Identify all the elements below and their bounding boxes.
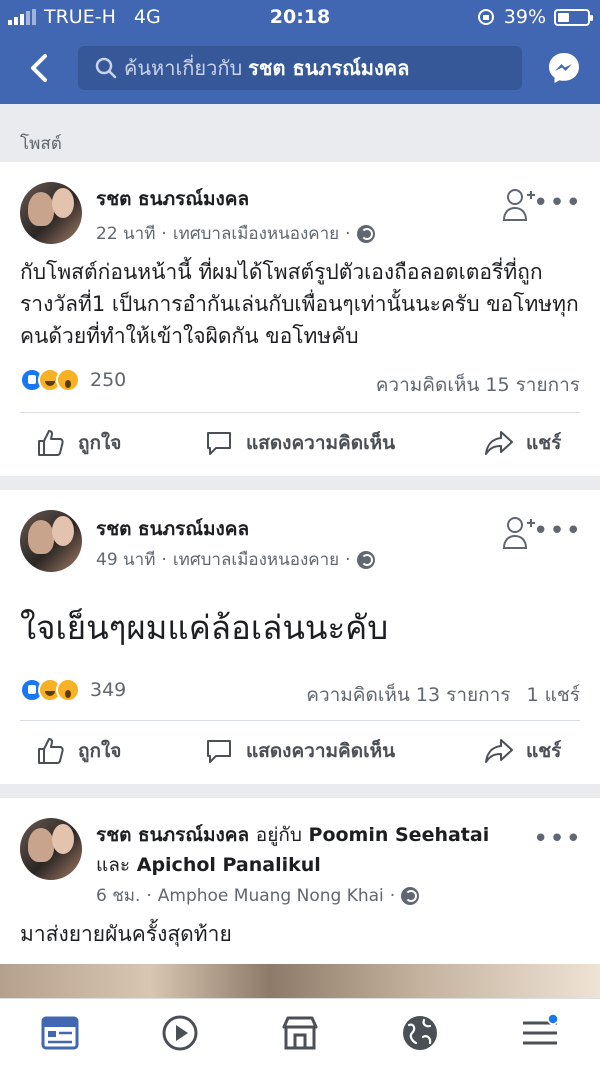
like-button[interactable]: ถูกใจ: [36, 736, 121, 766]
reactions-summary[interactable]: 349: [20, 678, 126, 702]
divider: [20, 720, 580, 721]
comments-count-text: ความคิดเห็น 13 รายการ: [306, 684, 511, 706]
share-arrow-icon: [485, 431, 513, 455]
meta-dot: ·: [345, 549, 351, 570]
search-input[interactable]: ค้นหาเกี่ยวกับ รชต ธนภรณ์มงคล: [78, 46, 522, 90]
divider: [20, 412, 580, 413]
meta-dot: ·: [161, 549, 167, 570]
meta-dot: ·: [146, 885, 152, 906]
globe-icon: [356, 550, 375, 569]
section-label-posts: โพสต์: [0, 104, 600, 162]
post-card: รชต ธนภรณ์มงคล 22 นาที · เทศบาลเมืองหนอง…: [0, 162, 600, 476]
post-card: รชต ธนภรณ์มงคล 49 นาที · เทศบาลเมืองหนอง…: [0, 490, 600, 784]
post-location[interactable]: เทศบาลเมืองหนองคาย: [173, 220, 339, 247]
reaction-count: 250: [90, 369, 127, 391]
reaction-count: 349: [90, 679, 127, 701]
wow-reaction-icon: [56, 368, 80, 392]
thumbs-up-icon: [38, 738, 64, 764]
status-bar: TRUE-H 4G 20:18 39%: [0, 0, 600, 34]
post-text: มาส่งยายผันครั้งสุดท้าย: [20, 922, 232, 946]
author-name[interactable]: รชต ธนภรณ์มงคล: [96, 184, 249, 214]
tagged-person-1[interactable]: Poomin Seehatai: [309, 824, 490, 846]
post-location[interactable]: เทศบาลเมืองหนองคาย: [173, 546, 339, 573]
tab-watch[interactable]: [160, 1013, 200, 1053]
comment-icon: [207, 432, 231, 455]
messenger-icon[interactable]: [546, 50, 582, 86]
globe-icon: [356, 224, 375, 243]
post-actions: ถูกใจ แสดงความคิดเห็น แชร์: [0, 414, 600, 474]
share-arrow-icon: [485, 739, 513, 763]
post-time[interactable]: 6 ชม.: [96, 882, 140, 909]
more-options-icon[interactable]: •••: [533, 518, 582, 544]
avatar[interactable]: [20, 182, 82, 244]
and-word: และ: [96, 854, 131, 876]
thumbs-up-icon: [38, 430, 64, 456]
comment-button[interactable]: แสดงความคิดเห็น: [204, 736, 395, 766]
orientation-lock-icon: [477, 9, 494, 25]
battery-icon: [554, 8, 593, 26]
author-name[interactable]: รชต ธนภรณ์มงคล: [96, 514, 249, 544]
wow-reaction-icon: [56, 678, 80, 702]
comment-button[interactable]: แสดงความคิดเห็น: [204, 428, 395, 458]
post-time[interactable]: 22 นาที: [96, 220, 155, 247]
tab-menu[interactable]: [520, 1013, 560, 1053]
share-button[interactable]: แชร์: [484, 428, 561, 458]
meta-dot: ·: [161, 223, 167, 244]
author-link[interactable]: รชต ธนภรณ์มงคล: [96, 824, 249, 846]
search-icon: [95, 57, 117, 79]
post-meta: 6 ชม. · Amphoe Muang Nong Khai ·: [96, 882, 420, 909]
like-label: ถูกใจ: [78, 740, 122, 762]
share-label: แชร์: [526, 740, 562, 762]
share-button[interactable]: แชร์: [484, 736, 561, 766]
avatar[interactable]: [20, 510, 82, 572]
post-actions: ถูกใจ แสดงความคิดเห็น แชร์: [0, 722, 600, 782]
add-friend-icon[interactable]: [502, 514, 536, 552]
post-text: กับโพสต์ก่อนหน้านี้ ที่ผมได้โพสต์รูปตัวเ…: [20, 260, 579, 348]
like-button[interactable]: ถูกใจ: [36, 428, 121, 458]
battery-fill: [558, 12, 569, 22]
post-meta: 22 นาที · เทศบาลเมืองหนองคาย ·: [96, 220, 375, 247]
battery-percent: 39%: [503, 6, 546, 28]
avatar[interactable]: [20, 818, 82, 880]
like-label: ถูกใจ: [78, 432, 122, 454]
reactions-summary[interactable]: 250: [20, 368, 126, 392]
tab-marketplace[interactable]: [280, 1013, 320, 1053]
meta-dot: ·: [389, 885, 396, 906]
post-photo[interactable]: [0, 964, 600, 998]
search-query: รชต ธนภรณ์มงคล: [248, 56, 410, 80]
back-arrow-icon[interactable]: [22, 50, 58, 86]
comments-count[interactable]: ความคิดเห็น 13 รายการ 1 แชร์: [290, 680, 580, 710]
nav-bar: ค้นหาเกี่ยวกับ รชต ธนภรณ์มงคล: [0, 34, 600, 104]
meta-dot: ·: [345, 223, 351, 244]
tab-news-feed[interactable]: [40, 1013, 80, 1053]
post-meta: 49 นาที · เทศบาลเมืองหนองคาย ·: [96, 546, 375, 573]
tagged-person-2[interactable]: Apichol Panalikul: [137, 854, 321, 876]
comment-icon: [207, 740, 231, 763]
post-time[interactable]: 49 นาที: [96, 546, 155, 573]
search-prefix: ค้นหาเกี่ยวกับ: [124, 56, 243, 80]
share-label: แชร์: [526, 432, 562, 454]
tab-notifications-globe[interactable]: [400, 1013, 440, 1053]
shares-count[interactable]: 1 แชร์: [527, 684, 580, 706]
status-right: 39%: [476, 6, 593, 28]
with-word: อยู่กับ: [255, 824, 302, 846]
post-text: ใจเย็นๆผมแค่ล้อเล่นนะคับ: [20, 608, 389, 647]
add-friend-icon[interactable]: [502, 186, 536, 224]
globe-icon: [401, 886, 420, 905]
comments-count-text: ความคิดเห็น 15 รายการ: [375, 374, 580, 396]
more-options-icon[interactable]: •••: [533, 190, 582, 216]
comments-count[interactable]: ความคิดเห็น 15 รายการ: [360, 370, 580, 400]
post-location[interactable]: Amphoe Muang Nong Khai: [158, 886, 384, 906]
comment-label: แสดงความคิดเห็น: [246, 432, 396, 454]
bottom-tab-bar: [0, 998, 600, 1068]
more-options-icon[interactable]: •••: [533, 826, 582, 852]
comment-label: แสดงความคิดเห็น: [246, 740, 396, 762]
author-name: รชต ธนภรณ์มงคล อยู่กับ Poomin Seehatai แ…: [96, 820, 530, 880]
